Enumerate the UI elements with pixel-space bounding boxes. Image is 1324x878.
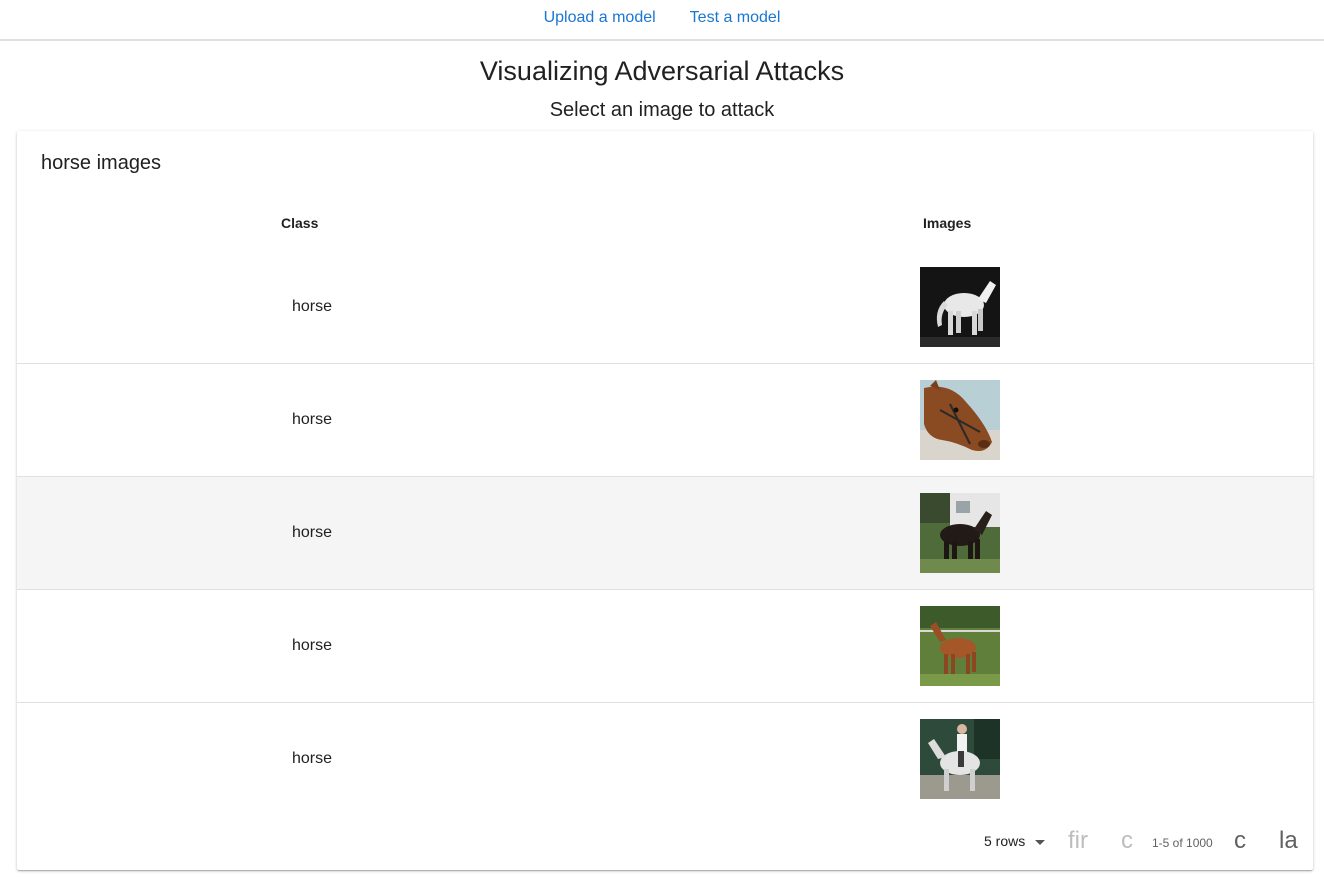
page-range-text: 1-5 of 1000 (1152, 836, 1213, 850)
next-page-button[interactable]: c (1234, 827, 1246, 855)
top-nav: Upload a model Test a model (0, 0, 1324, 41)
horse-thumbnail[interactable] (920, 267, 1000, 347)
class-cell: horse (292, 298, 333, 315)
column-header-images[interactable]: Images (923, 215, 971, 231)
rows-per-page-label: 5 rows (984, 833, 1026, 849)
column-header-class[interactable]: Class (281, 215, 318, 231)
table-row[interactable]: horse (17, 477, 1313, 590)
page-subtitle: Select an image to attack (549, 99, 775, 121)
rows-per-page-select[interactable]: 5 rows (984, 833, 1046, 849)
class-cell: horse (292, 637, 333, 654)
test-model-link[interactable]: Test a model (690, 9, 781, 27)
table-row[interactable]: horse (17, 364, 1313, 477)
previous-page-button[interactable]: c (1121, 827, 1133, 855)
horse-thumbnail[interactable] (920, 719, 1000, 799)
last-page-button[interactable]: la (1279, 827, 1298, 855)
page-title: Visualizing Adversarial Attacks (479, 56, 845, 86)
table-row[interactable]: horse (17, 703, 1313, 816)
class-cell: horse (292, 411, 333, 428)
class-cell: horse (292, 750, 333, 767)
chevron-down-icon (1035, 839, 1046, 845)
table-header: Class Images (17, 203, 1313, 243)
table-body: horse horse horse horse horse (17, 251, 1313, 816)
horse-thumbnail[interactable] (920, 380, 1000, 460)
table-row[interactable]: horse (17, 590, 1313, 703)
first-page-button[interactable]: fir (1068, 827, 1088, 855)
upload-model-link[interactable]: Upload a model (544, 9, 656, 27)
class-cell: horse (292, 524, 333, 541)
horse-thumbnail[interactable] (920, 606, 1000, 686)
table-pagination: 5 rows fir c 1-5 of 1000 c la (17, 817, 1313, 870)
images-table-card: horse images Class Images horse horse ho… (17, 131, 1313, 870)
table-title: horse images (41, 152, 162, 174)
horse-thumbnail[interactable] (920, 493, 1000, 573)
table-row[interactable]: horse (17, 251, 1313, 364)
